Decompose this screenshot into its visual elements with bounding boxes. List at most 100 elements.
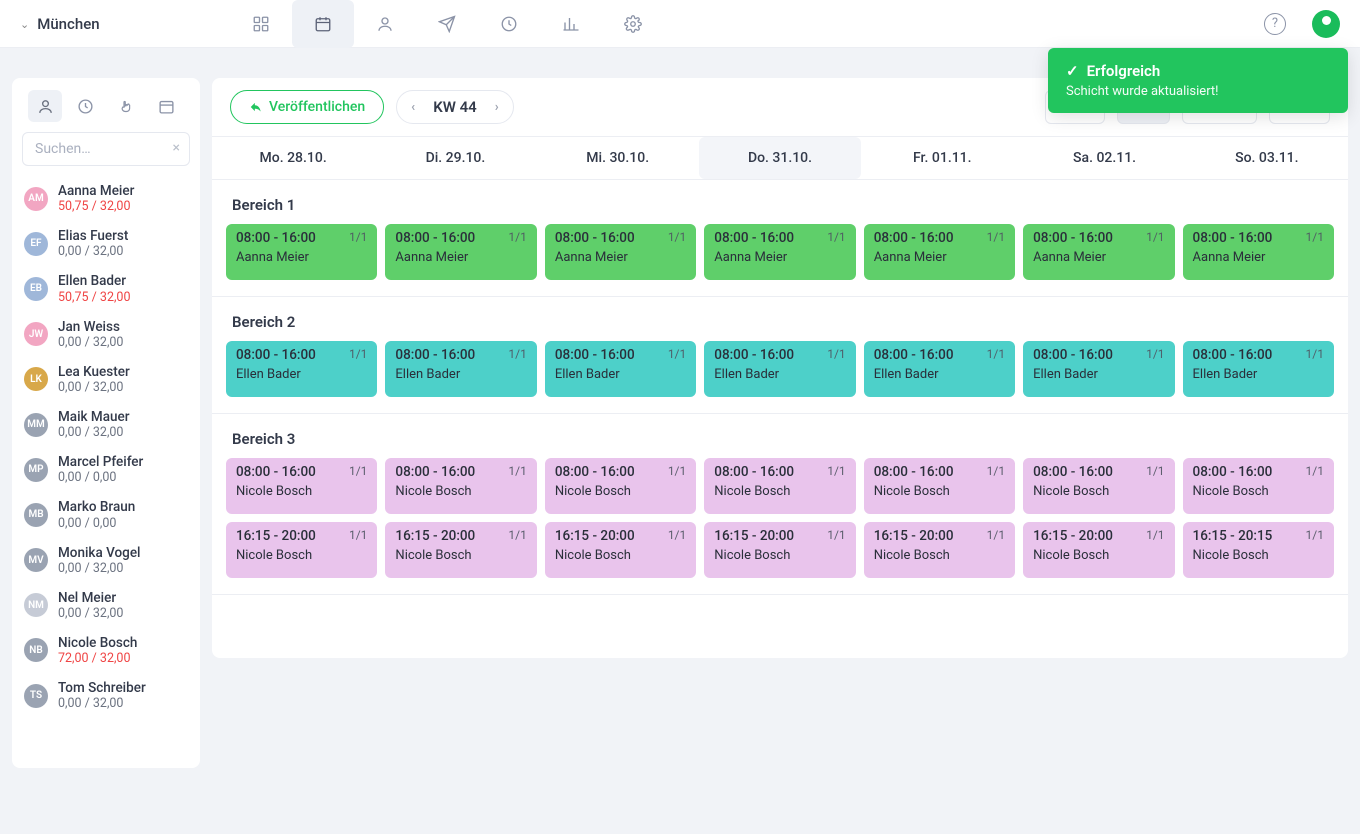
shift-card[interactable]: 08:00 - 16:00 Aanna Meier 1/1 <box>864 224 1015 280</box>
shift-card[interactable]: 08:00 - 16:00 Ellen Bader 1/1 <box>864 341 1015 397</box>
shift-card[interactable]: 08:00 - 16:00 Ellen Bader 1/1 <box>704 341 855 397</box>
shift-ratio: 1/1 <box>1306 347 1324 361</box>
avatar: TS <box>24 684 48 708</box>
shift-ratio: 1/1 <box>1146 528 1164 542</box>
shift-card[interactable]: 08:00 - 16:00 Aanna Meier 1/1 <box>545 224 696 280</box>
day-header-row: Mo. 28.10.Di. 29.10.Mi. 30.10.Do. 31.10.… <box>212 136 1348 180</box>
shift-card[interactable]: 08:00 - 16:00 Ellen Bader 1/1 <box>226 341 377 397</box>
shift-time: 08:00 - 16:00 <box>555 347 686 363</box>
shift-ratio: 1/1 <box>987 230 1005 244</box>
shift-ratio: 1/1 <box>1306 464 1324 478</box>
shift-employee: Nicole Bosch <box>874 548 1005 563</box>
publish-button[interactable]: Veröffentlichen <box>230 90 384 124</box>
area-block: Bereich 208:00 - 16:00 Ellen Bader 1/108… <box>212 297 1348 414</box>
shift-card[interactable]: 08:00 - 16:00 Nicole Bosch 1/1 <box>864 458 1015 514</box>
search-input[interactable] <box>22 132 190 166</box>
nav-dashboard[interactable] <box>230 0 292 48</box>
employee-item[interactable]: MV Monika Vogel 0,00 / 32,00 <box>22 538 190 583</box>
shift-ratio: 1/1 <box>1146 464 1164 478</box>
shift-card[interactable]: 16:15 - 20:00 Nicole Bosch 1/1 <box>226 522 377 578</box>
next-week[interactable]: › <box>495 100 499 115</box>
employee-item[interactable]: NB Nicole Bosch 72,00 / 32,00 <box>22 628 190 673</box>
shift-time: 16:15 - 20:00 <box>236 528 367 544</box>
shift-time: 08:00 - 16:00 <box>395 347 526 363</box>
shift-card[interactable]: 08:00 - 16:00 Ellen Bader 1/1 <box>1023 341 1174 397</box>
area-title: Bereich 1 <box>232 196 1332 214</box>
shift-card[interactable]: 08:00 - 16:00 Nicole Bosch 1/1 <box>226 458 377 514</box>
shift-card[interactable]: 08:00 - 16:00 Aanna Meier 1/1 <box>1183 224 1334 280</box>
shift-card[interactable]: 08:00 - 16:00 Nicole Bosch 1/1 <box>545 458 696 514</box>
shift-ratio: 1/1 <box>508 347 526 361</box>
chevron-down-icon: ⌄ <box>20 18 29 31</box>
sidebar-tab-people[interactable] <box>28 90 62 122</box>
sidebar: × AM Aanna Meier 50,75 / 32,00EF Elias F… <box>12 78 200 768</box>
shift-ratio: 1/1 <box>827 230 845 244</box>
clear-search-icon[interactable]: × <box>173 140 180 156</box>
shift-time: 16:15 - 20:00 <box>395 528 526 544</box>
shift-card[interactable]: 16:15 - 20:00 Nicole Bosch 1/1 <box>1023 522 1174 578</box>
shift-ratio: 1/1 <box>1146 347 1164 361</box>
shift-card[interactable]: 08:00 - 16:00 Aanna Meier 1/1 <box>704 224 855 280</box>
shift-card[interactable]: 08:00 - 16:00 Ellen Bader 1/1 <box>1183 341 1334 397</box>
day-header[interactable]: Do. 31.10. <box>699 137 861 179</box>
nav-stats[interactable] <box>540 0 602 48</box>
avatar: NB <box>24 638 48 662</box>
prev-week[interactable]: ‹ <box>411 100 415 115</box>
brand-logo[interactable] <box>1312 10 1340 38</box>
sidebar-tab-calendar[interactable] <box>150 90 184 122</box>
employee-name: Tom Schreiber <box>58 680 146 696</box>
employee-item[interactable]: TS Tom Schreiber 0,00 / 32,00 <box>22 673 190 718</box>
avatar: AM <box>24 187 48 211</box>
shift-card[interactable]: 08:00 - 16:00 Aanna Meier 1/1 <box>385 224 536 280</box>
employee-item[interactable]: JW Jan Weiss 0,00 / 32,00 <box>22 312 190 357</box>
employee-item[interactable]: MB Marko Braun 0,00 / 0,00 <box>22 492 190 537</box>
day-header[interactable]: Mo. 28.10. <box>212 137 374 179</box>
location-selector[interactable]: ⌄ München <box>20 15 100 33</box>
shift-card[interactable]: 08:00 - 16:00 Aanna Meier 1/1 <box>226 224 377 280</box>
day-header[interactable]: Mi. 30.10. <box>537 137 699 179</box>
day-header[interactable]: Di. 29.10. <box>374 137 536 179</box>
employee-item[interactable]: LK Lea Kuester 0,00 / 32,00 <box>22 357 190 402</box>
employee-item[interactable]: MP Marcel Pfeifer 0,00 / 0,00 <box>22 447 190 492</box>
employee-hours: 0,00 / 0,00 <box>58 516 135 531</box>
shift-time: 08:00 - 16:00 <box>555 464 686 480</box>
sidebar-tab-time[interactable] <box>69 90 103 122</box>
shift-card[interactable]: 08:00 - 16:00 Nicole Bosch 1/1 <box>1023 458 1174 514</box>
shift-card[interactable]: 08:00 - 16:00 Nicole Bosch 1/1 <box>704 458 855 514</box>
week-selector[interactable]: ‹ KW 44 › <box>396 90 514 124</box>
sidebar-tab-pointer[interactable] <box>109 90 143 122</box>
shift-time: 16:15 - 20:00 <box>1033 528 1164 544</box>
shift-card[interactable]: 16:15 - 20:00 Nicole Bosch 1/1 <box>704 522 855 578</box>
shift-card[interactable]: 08:00 - 16:00 Ellen Bader 1/1 <box>385 341 536 397</box>
shift-card[interactable]: 08:00 - 16:00 Nicole Bosch 1/1 <box>385 458 536 514</box>
nav-calendar[interactable] <box>292 0 354 48</box>
employee-hours: 0,00 / 32,00 <box>58 561 141 576</box>
employee-hours: 0,00 / 32,00 <box>58 335 123 350</box>
nav-settings[interactable] <box>602 0 664 48</box>
employee-item[interactable]: NM Nel Meier 0,00 / 32,00 <box>22 583 190 628</box>
shift-card[interactable]: 16:15 - 20:00 Nicole Bosch 1/1 <box>864 522 1015 578</box>
shift-card[interactable]: 08:00 - 16:00 Nicole Bosch 1/1 <box>1183 458 1334 514</box>
shift-card[interactable]: 08:00 - 16:00 Ellen Bader 1/1 <box>545 341 696 397</box>
shift-card[interactable]: 16:15 - 20:00 Nicole Bosch 1/1 <box>385 522 536 578</box>
shift-card[interactable]: 16:15 - 20:00 Nicole Bosch 1/1 <box>545 522 696 578</box>
employee-name: Lea Kuester <box>58 364 130 380</box>
shift-time: 08:00 - 16:00 <box>236 347 367 363</box>
nav-send[interactable] <box>416 0 478 48</box>
day-header[interactable]: Sa. 02.11. <box>1023 137 1185 179</box>
employee-item[interactable]: EF Elias Fuerst 0,00 / 32,00 <box>22 221 190 266</box>
shift-employee: Nicole Bosch <box>874 484 1005 499</box>
nav-time[interactable] <box>478 0 540 48</box>
nav-people[interactable] <box>354 0 416 48</box>
shift-ratio: 1/1 <box>668 464 686 478</box>
help-button[interactable]: ? <box>1264 13 1286 35</box>
day-header[interactable]: Fr. 01.11. <box>861 137 1023 179</box>
shift-employee: Nicole Bosch <box>236 548 367 563</box>
shift-card[interactable]: 16:15 - 20:15 Nicole Bosch 1/1 <box>1183 522 1334 578</box>
shift-card[interactable]: 08:00 - 16:00 Aanna Meier 1/1 <box>1023 224 1174 280</box>
employee-item[interactable]: EB Ellen Bader 50,75 / 32,00 <box>22 266 190 311</box>
day-header[interactable]: So. 03.11. <box>1186 137 1348 179</box>
employee-item[interactable]: AM Aanna Meier 50,75 / 32,00 <box>22 176 190 221</box>
employee-item[interactable]: MM Maik Mauer 0,00 / 32,00 <box>22 402 190 447</box>
area-title: Bereich 2 <box>232 313 1332 331</box>
